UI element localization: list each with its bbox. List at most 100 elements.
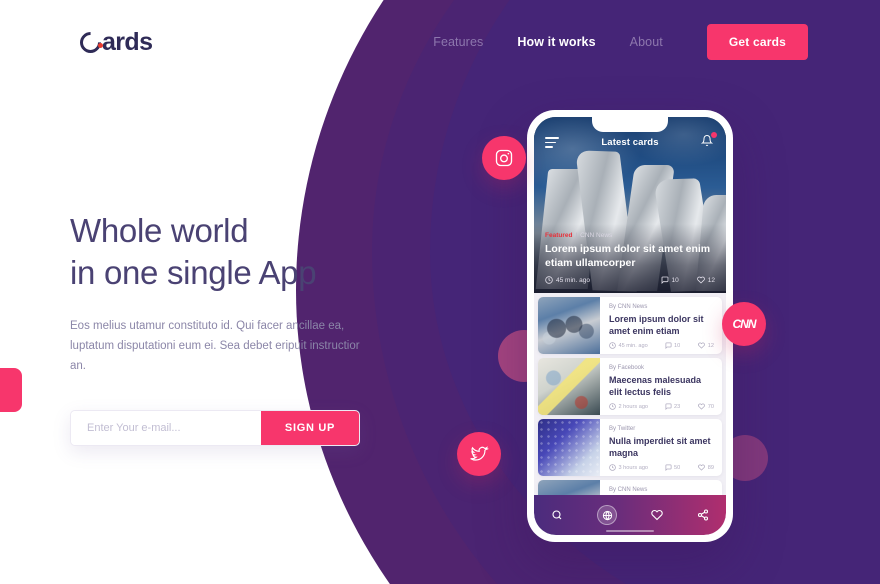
comment-icon [661, 276, 668, 284]
landing-page: ards Features How it works About Get car… [0, 0, 880, 584]
phone-topbar: Latest cards [534, 117, 726, 155]
clock-icon [609, 342, 616, 349]
email-field[interactable] [71, 411, 261, 445]
list-item[interactable]: By Twitter Nulla imperdiet sit amet magn… [538, 419, 722, 476]
featured-meta: 45 min. ago 10 12 [545, 276, 715, 284]
card-time: 3 hours ago [609, 464, 648, 471]
card-likes: 89 [698, 464, 714, 471]
cnn-logo-text: CNN [732, 317, 757, 331]
card-thumbnail [538, 419, 600, 476]
featured-comments-count: 10 [671, 276, 679, 284]
list-item[interactable]: By Facebook Maecenas malesuada elit lect… [538, 358, 722, 415]
card-meta: 45 min. ago 10 12 [609, 342, 714, 349]
page-title: Whole world in one single App [70, 210, 400, 294]
heart-icon[interactable] [651, 509, 663, 521]
site-header: ards Features How it works About Get car… [0, 0, 880, 84]
heart-icon [698, 342, 706, 349]
featured-likes-count: 12 [707, 276, 715, 284]
card-thumbnail [538, 358, 600, 415]
heart-icon [696, 276, 705, 284]
card-comments: 10 [665, 342, 681, 349]
notifications-button[interactable] [700, 131, 717, 152]
card-body: By Facebook Maecenas malesuada elit lect… [600, 358, 722, 415]
phone-title: Latest cards [601, 137, 659, 148]
card-meta: 3 hours ago 50 89 [609, 464, 714, 471]
card-comments-count: 23 [674, 403, 681, 410]
twitter-bubble[interactable] [457, 432, 501, 476]
featured-comments: 10 [661, 276, 679, 284]
menu-icon[interactable] [545, 137, 559, 148]
card-time-text: 45 min. ago [618, 342, 648, 349]
card-title: Nulla imperdiet sit amet magna [609, 436, 711, 458]
card-source: By Twitter [609, 426, 636, 432]
share-icon[interactable] [697, 509, 709, 521]
featured-source: CNN News [580, 232, 613, 239]
comment-icon [665, 464, 672, 471]
card-title: Lorem ipsum dolor sit amet enim etiam [609, 314, 704, 336]
featured-card-overlay: Featured | CNN News Lorem ipsum dolor sit … [534, 224, 726, 293]
featured-source-line: Featured | CNN News [545, 232, 715, 239]
card-comments: 50 [665, 464, 681, 471]
instagram-bubble[interactable] [482, 136, 526, 180]
comment-icon [665, 342, 672, 349]
card-meta: 2 hours ago 23 70 [609, 403, 714, 410]
nav-item-features[interactable]: Features [433, 35, 483, 49]
logo-c-icon [75, 27, 106, 57]
card-likes-count: 12 [707, 342, 714, 349]
phone-screen: Latest cards Featured | CNN News Lorem ips… [534, 117, 726, 535]
card-time: 2 hours ago [609, 403, 648, 410]
card-likes-count: 70 [707, 403, 714, 410]
hero-paragraph: Eos melius utamur constituto id. Qui fac… [70, 320, 360, 372]
card-likes: 12 [698, 342, 714, 349]
card-likes: 70 [698, 403, 714, 410]
card-comments-count: 10 [674, 342, 681, 349]
home-indicator [606, 529, 654, 532]
hero-title-line-1: Whole world [70, 212, 249, 249]
clock-icon [545, 276, 553, 284]
card-comments: 23 [665, 403, 681, 410]
heart-icon [698, 464, 706, 471]
pink-square-accent [0, 368, 22, 412]
card-body: By CNN News Lorem ipsum dolor sit amet e… [600, 297, 722, 354]
featured-time-text: 45 min. ago [556, 276, 590, 284]
search-icon[interactable] [551, 509, 563, 521]
card-thumbnail [538, 297, 600, 354]
card-source: By CNN News [609, 487, 648, 493]
featured-card[interactable]: Latest cards Featured | CNN News Lorem ips… [534, 117, 726, 293]
nav-item-about[interactable]: About [630, 35, 663, 49]
logo-text: ards [102, 27, 153, 56]
card-source: By Facebook [609, 365, 645, 371]
hero-section: Whole world in one single App Eos melius… [70, 210, 400, 446]
featured-tag: Featured [545, 232, 573, 239]
main-nav: Features How it works About Get cards [433, 24, 808, 60]
phone-mockup: Latest cards Featured | CNN News Lorem ips… [527, 110, 733, 542]
featured-title: Lorem ipsum dolor sit amet enim etiam ul… [545, 243, 711, 269]
list-item[interactable]: By CNN News Lorem ipsum dolor sit amet e… [538, 297, 722, 354]
comment-icon [665, 403, 672, 410]
signup-form: SIGN UP [70, 410, 360, 446]
heart-icon [698, 403, 706, 410]
logo-dot-icon [98, 42, 103, 48]
card-time-text: 3 hours ago [618, 464, 649, 471]
card-title: Maecenas malesuada elit lectus felis [609, 375, 702, 397]
featured-time: 45 min. ago [545, 276, 590, 284]
sign-up-button[interactable]: SIGN UP [261, 411, 359, 445]
card-body: By Twitter Nulla imperdiet sit amet magn… [600, 419, 722, 476]
clock-icon [609, 464, 616, 471]
clock-icon [609, 403, 616, 410]
nav-item-how-it-works[interactable]: How it works [517, 35, 595, 49]
hero-title-line-2: in one single App [70, 254, 317, 291]
featured-separator: | [575, 232, 578, 239]
card-source: By CNN News [609, 304, 648, 310]
featured-likes: 12 [696, 276, 715, 284]
globe-icon[interactable] [597, 505, 617, 525]
cnn-bubble[interactable]: CNN [722, 302, 766, 346]
get-cards-button[interactable]: Get cards [706, 24, 808, 60]
card-likes-count: 89 [707, 464, 714, 471]
card-comments-count: 50 [674, 464, 681, 471]
logo[interactable]: ards [75, 27, 153, 57]
phone-bottom-nav [534, 495, 726, 535]
instagram-icon [495, 149, 513, 167]
notification-badge [711, 131, 717, 138]
card-time-text: 2 hours ago [618, 403, 649, 410]
